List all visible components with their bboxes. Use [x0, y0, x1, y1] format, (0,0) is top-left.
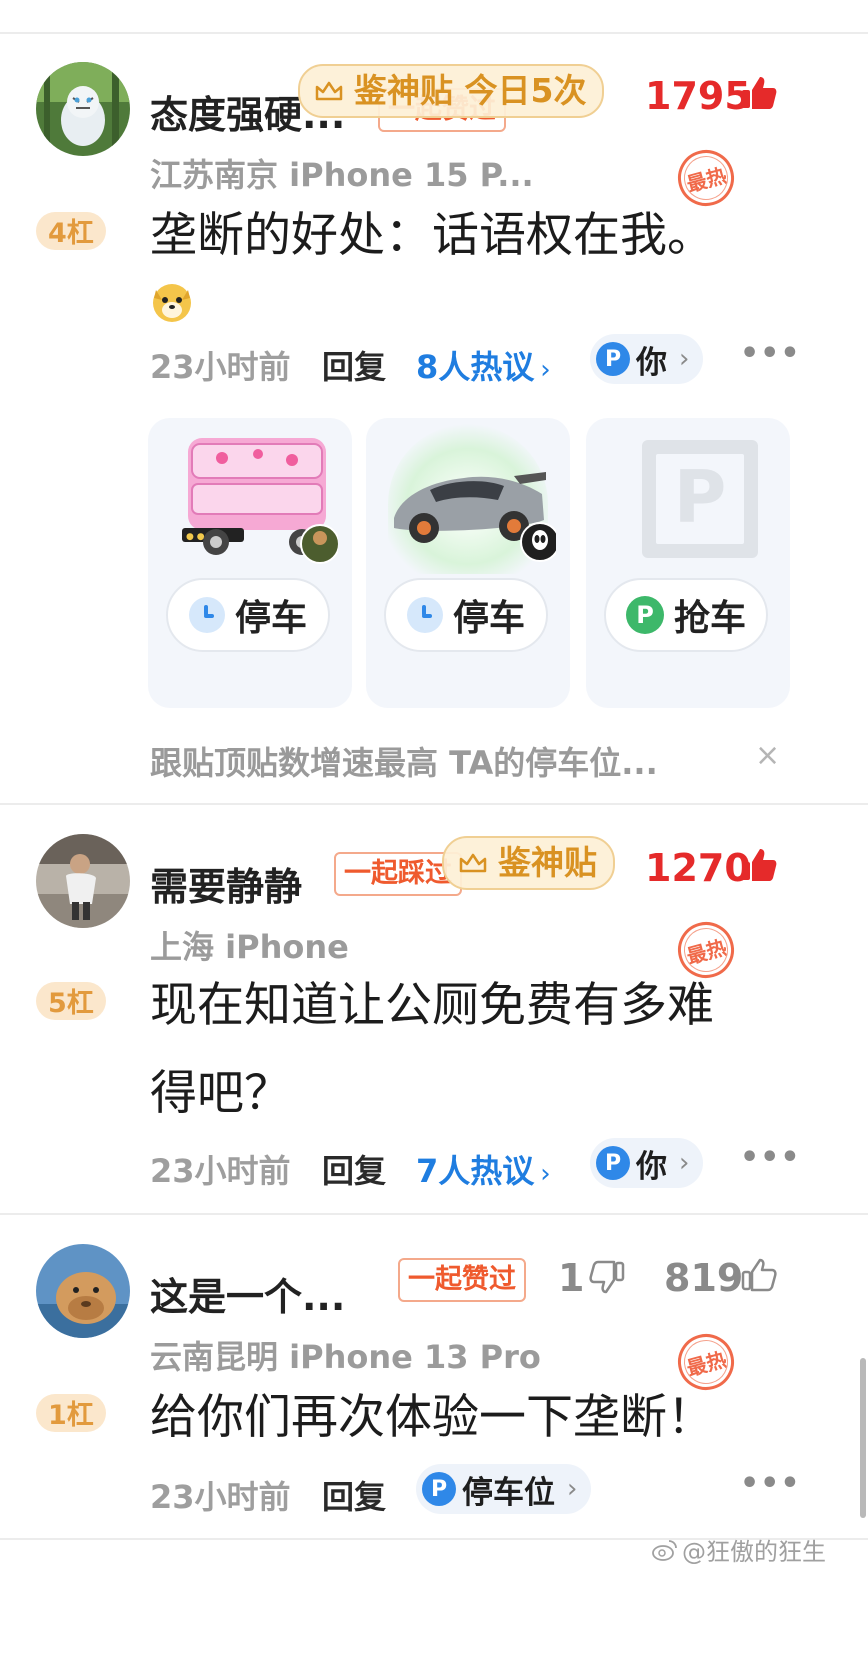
- username[interactable]: 需要静静: [150, 856, 302, 911]
- park-button[interactable]: 停车: [384, 578, 548, 652]
- grab-car-button[interactable]: P 抢车: [604, 578, 768, 652]
- comment-text: 现在知道让公厕免费有多难: [150, 978, 714, 1033]
- parking-p-icon: P: [422, 1472, 456, 1506]
- svg-text:P: P: [674, 455, 727, 539]
- god-comment-badge-label: 鉴神贴: [498, 843, 597, 882]
- park-button-label: 停车: [452, 598, 525, 639]
- avatar[interactable]: [36, 1244, 130, 1338]
- avatar[interactable]: [36, 62, 130, 156]
- dislike-count: 1: [558, 1256, 585, 1300]
- grab-car-button-label: 抢车: [673, 598, 746, 639]
- reply-button[interactable]: 回复: [322, 1146, 386, 1192]
- parking-spot-pill[interactable]: P 停车位 ›: [416, 1464, 592, 1514]
- post-time: 23小时前: [150, 1152, 291, 1190]
- action-row: 23小时前 回复 7人热议 › P 你 › •••: [150, 1138, 850, 1196]
- reply-button[interactable]: 回复: [322, 342, 386, 388]
- parking-p-icon: P: [596, 1146, 630, 1180]
- chevron-right-icon: ›: [540, 355, 551, 385]
- comment-text: 得吧？: [150, 1066, 291, 1121]
- like-count: 1795: [645, 74, 751, 118]
- divider: [0, 32, 868, 34]
- hot-discussion-link[interactable]: 7人热议 ›: [416, 1146, 551, 1192]
- parking-pill-label: 你: [636, 1148, 667, 1185]
- like-count: 819: [664, 1256, 744, 1300]
- clock-icon: [188, 597, 225, 633]
- chevron-right-icon: ›: [679, 344, 690, 374]
- parking-pill[interactable]: P 你 ›: [590, 1138, 704, 1188]
- more-options-icon[interactable]: •••: [740, 1140, 801, 1175]
- god-comment-badge[interactable]: 鉴神贴 今日5次: [298, 64, 605, 118]
- more-options-icon[interactable]: •••: [740, 1466, 801, 1501]
- comment-text: 垄断的好处：话语权在我。: [150, 208, 714, 263]
- parking-card[interactable]: ● ● ● 停车: [148, 418, 352, 708]
- floor-tag: 5杠: [36, 982, 106, 1020]
- parking-card[interactable]: 停车: [366, 418, 570, 708]
- more-options-icon[interactable]: •••: [740, 336, 801, 371]
- username[interactable]: 这是一个...: [150, 1266, 345, 1321]
- clock-icon: [406, 597, 443, 633]
- park-button[interactable]: 停车: [166, 578, 330, 652]
- floor-tag: 4杠: [36, 212, 106, 250]
- comment-text: 给你们再次体验一下垄断！: [150, 1390, 714, 1445]
- chevron-right-icon: ›: [567, 1474, 578, 1504]
- park-button-label: 停车: [234, 598, 307, 639]
- like-count: 1270: [645, 846, 751, 890]
- capybara-avatar-icon: [36, 1244, 130, 1338]
- parking-pill[interactable]: P 你 ›: [590, 334, 704, 384]
- tiger-avatar-icon: [36, 62, 130, 156]
- doge-emoji-icon: [153, 284, 191, 322]
- reply-button[interactable]: 回复: [322, 1472, 386, 1518]
- thumb-up-filled-icon[interactable]: [740, 74, 778, 112]
- crown-icon: [459, 853, 487, 873]
- pink-bus-car-icon: ● ● ●: [182, 438, 338, 564]
- parking-p-green-icon: P: [625, 596, 664, 634]
- close-icon[interactable]: ×: [755, 738, 780, 773]
- avatar[interactable]: [36, 834, 130, 928]
- top-cropped-bar: [0, 0, 868, 32]
- parking-notice: 跟贴顶贴数增速最高 TA的停车位...: [150, 744, 658, 782]
- location-device: 江苏南京 iPhone 15 P...: [150, 156, 534, 194]
- thumb-up-outline-icon[interactable]: [740, 1256, 778, 1294]
- location-device: 云南昆明 iPhone 13 Pro: [150, 1338, 541, 1376]
- hot-discussion-label: 7人热议: [416, 1152, 535, 1190]
- hot-discussion-label: 8人热议: [416, 348, 535, 386]
- parking-spot-label: 停车位: [462, 1474, 555, 1511]
- divider: [0, 1213, 868, 1215]
- parking-pill-label: 你: [636, 344, 667, 381]
- divider: [0, 803, 868, 805]
- like-together-tag: 一起赞过: [398, 1258, 526, 1302]
- god-comment-badge-label: 鉴神贴 今日5次: [354, 71, 587, 110]
- action-row: 23小时前 回复 P 停车位 › •••: [150, 1464, 850, 1522]
- thumb-up-filled-icon[interactable]: [740, 846, 778, 884]
- watermark-text: @狂傲的狂生: [682, 1538, 826, 1566]
- post-time: 23小时前: [150, 1478, 291, 1516]
- weibo-logo-icon: [652, 1539, 677, 1561]
- action-row: 23小时前 回复 8人热议 › P 你 › •••: [150, 334, 850, 392]
- watermark: @狂傲的狂生: [652, 1532, 826, 1567]
- post-time: 23小时前: [150, 348, 291, 386]
- child-photo-avatar-icon: [36, 834, 130, 928]
- god-comment-badge[interactable]: 鉴神贴: [442, 836, 615, 890]
- hot-discussion-link[interactable]: 8人热议 ›: [416, 342, 551, 388]
- parking-card[interactable]: P P 抢车: [586, 418, 790, 708]
- chevron-right-icon: ›: [679, 1148, 690, 1178]
- parking-p-icon: P: [596, 342, 630, 376]
- floor-tag: 1杠: [36, 1394, 106, 1432]
- thumb-down-icon[interactable]: [588, 1258, 626, 1296]
- sports-car-icon: [388, 424, 556, 574]
- scrollbar-thumb[interactable]: [860, 1358, 866, 1518]
- empty-parking-icon: P: [642, 440, 758, 558]
- crown-icon: [315, 81, 343, 101]
- chevron-right-icon: ›: [540, 1159, 551, 1189]
